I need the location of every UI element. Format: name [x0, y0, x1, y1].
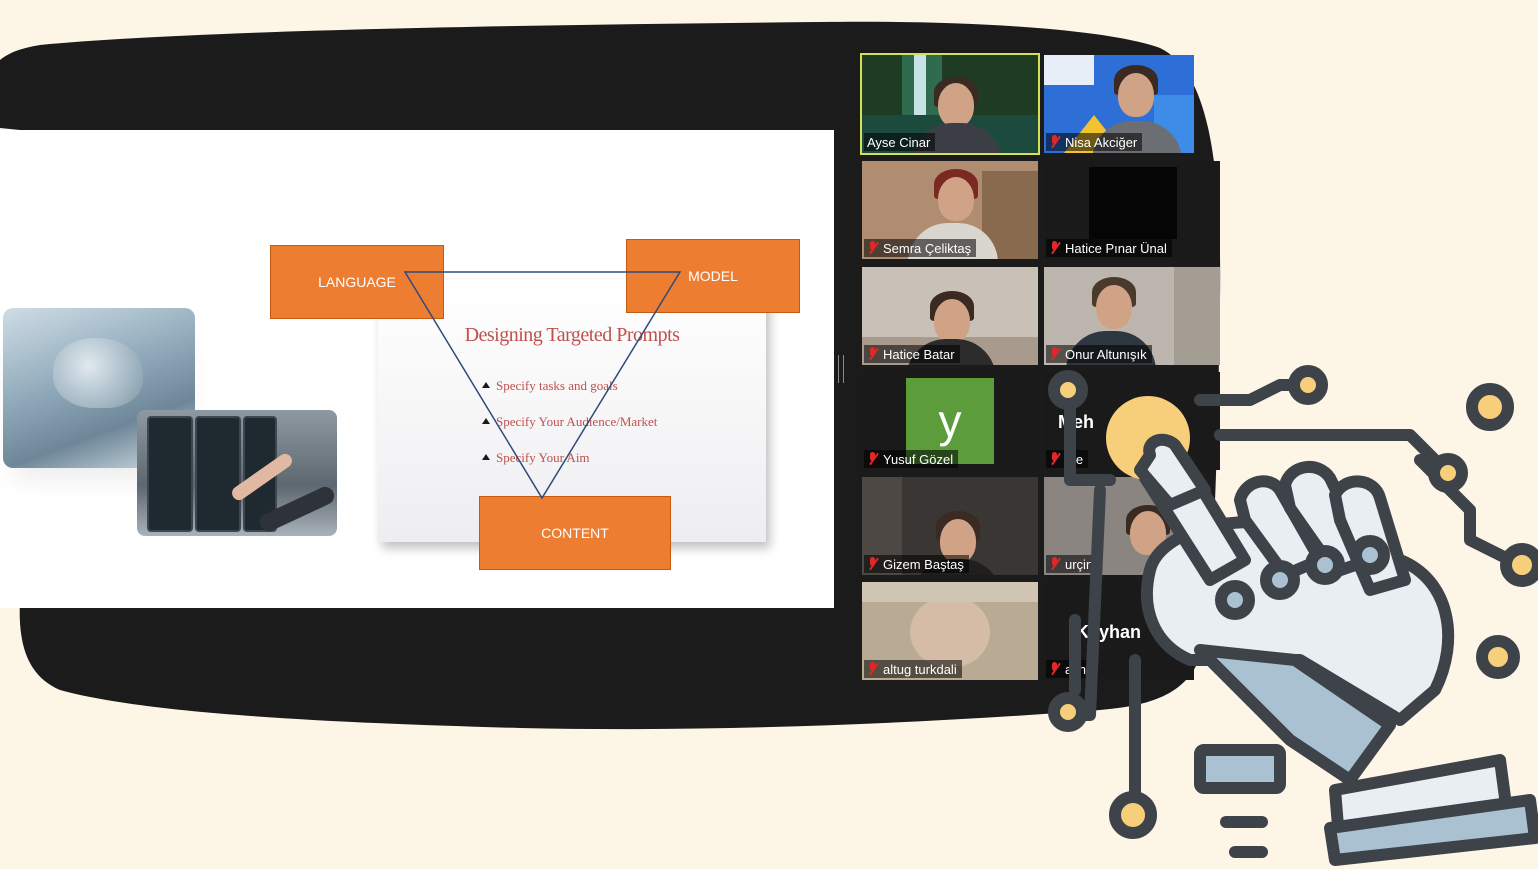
- participant-tile[interactable]: Gizem Baştaş: [862, 477, 1038, 575]
- participant-tile[interactable]: Hatice Batar: [862, 267, 1038, 365]
- robot-hand-circuit-icon: [1048, 365, 1538, 866]
- participant-name: Ayse Cinar: [864, 133, 936, 151]
- participant-tile[interactable]: Hatice Pınar Ünal: [1044, 161, 1220, 259]
- muted-mic-icon: [867, 557, 879, 571]
- muted-mic-icon: [1049, 135, 1061, 149]
- participant-name: Semra Çeliktaş: [864, 239, 977, 257]
- muted-mic-icon: [1049, 347, 1061, 361]
- triangle-diagram: [403, 271, 682, 500]
- panel-resize-handle[interactable]: [838, 355, 844, 383]
- muted-mic-icon: [1049, 241, 1061, 255]
- muted-mic-icon: [867, 662, 879, 676]
- person-face: [938, 177, 974, 221]
- participant-tile[interactable]: y Yusuf Gözel: [862, 372, 1038, 470]
- screenshot-stage: Designing Targeted Prompts Specify tasks…: [0, 0, 1538, 869]
- participant-name: Yusuf Gözel: [864, 450, 959, 468]
- person-face: [1118, 73, 1154, 117]
- person-face: [934, 299, 970, 343]
- participant-name: Gizem Baştaş: [864, 555, 969, 573]
- participant-name: Nisa Akciğer: [1046, 133, 1143, 151]
- person-face: [938, 83, 974, 127]
- participant-tile[interactable]: Ayse Cinar: [860, 53, 1040, 155]
- muted-mic-icon: [867, 452, 879, 466]
- participant-tile[interactable]: Onur Altunışık: [1044, 267, 1220, 365]
- participant-tile[interactable]: Semra Çeliktaş: [862, 161, 1038, 259]
- shared-slide: Designing Targeted Prompts Specify tasks…: [0, 130, 834, 608]
- muted-mic-icon: [867, 347, 879, 361]
- video-off-placeholder: [1089, 167, 1177, 239]
- person-face: [1096, 285, 1132, 329]
- participant-name: altug turkdali: [864, 660, 962, 678]
- participant-tile[interactable]: altug turkdali: [862, 582, 1038, 680]
- participant-name: Hatice Pınar Ünal: [1046, 239, 1172, 257]
- participant-tile[interactable]: Nisa Akciğer: [1044, 55, 1194, 153]
- participant-name: Hatice Batar: [864, 345, 960, 363]
- muted-mic-icon: [867, 241, 879, 255]
